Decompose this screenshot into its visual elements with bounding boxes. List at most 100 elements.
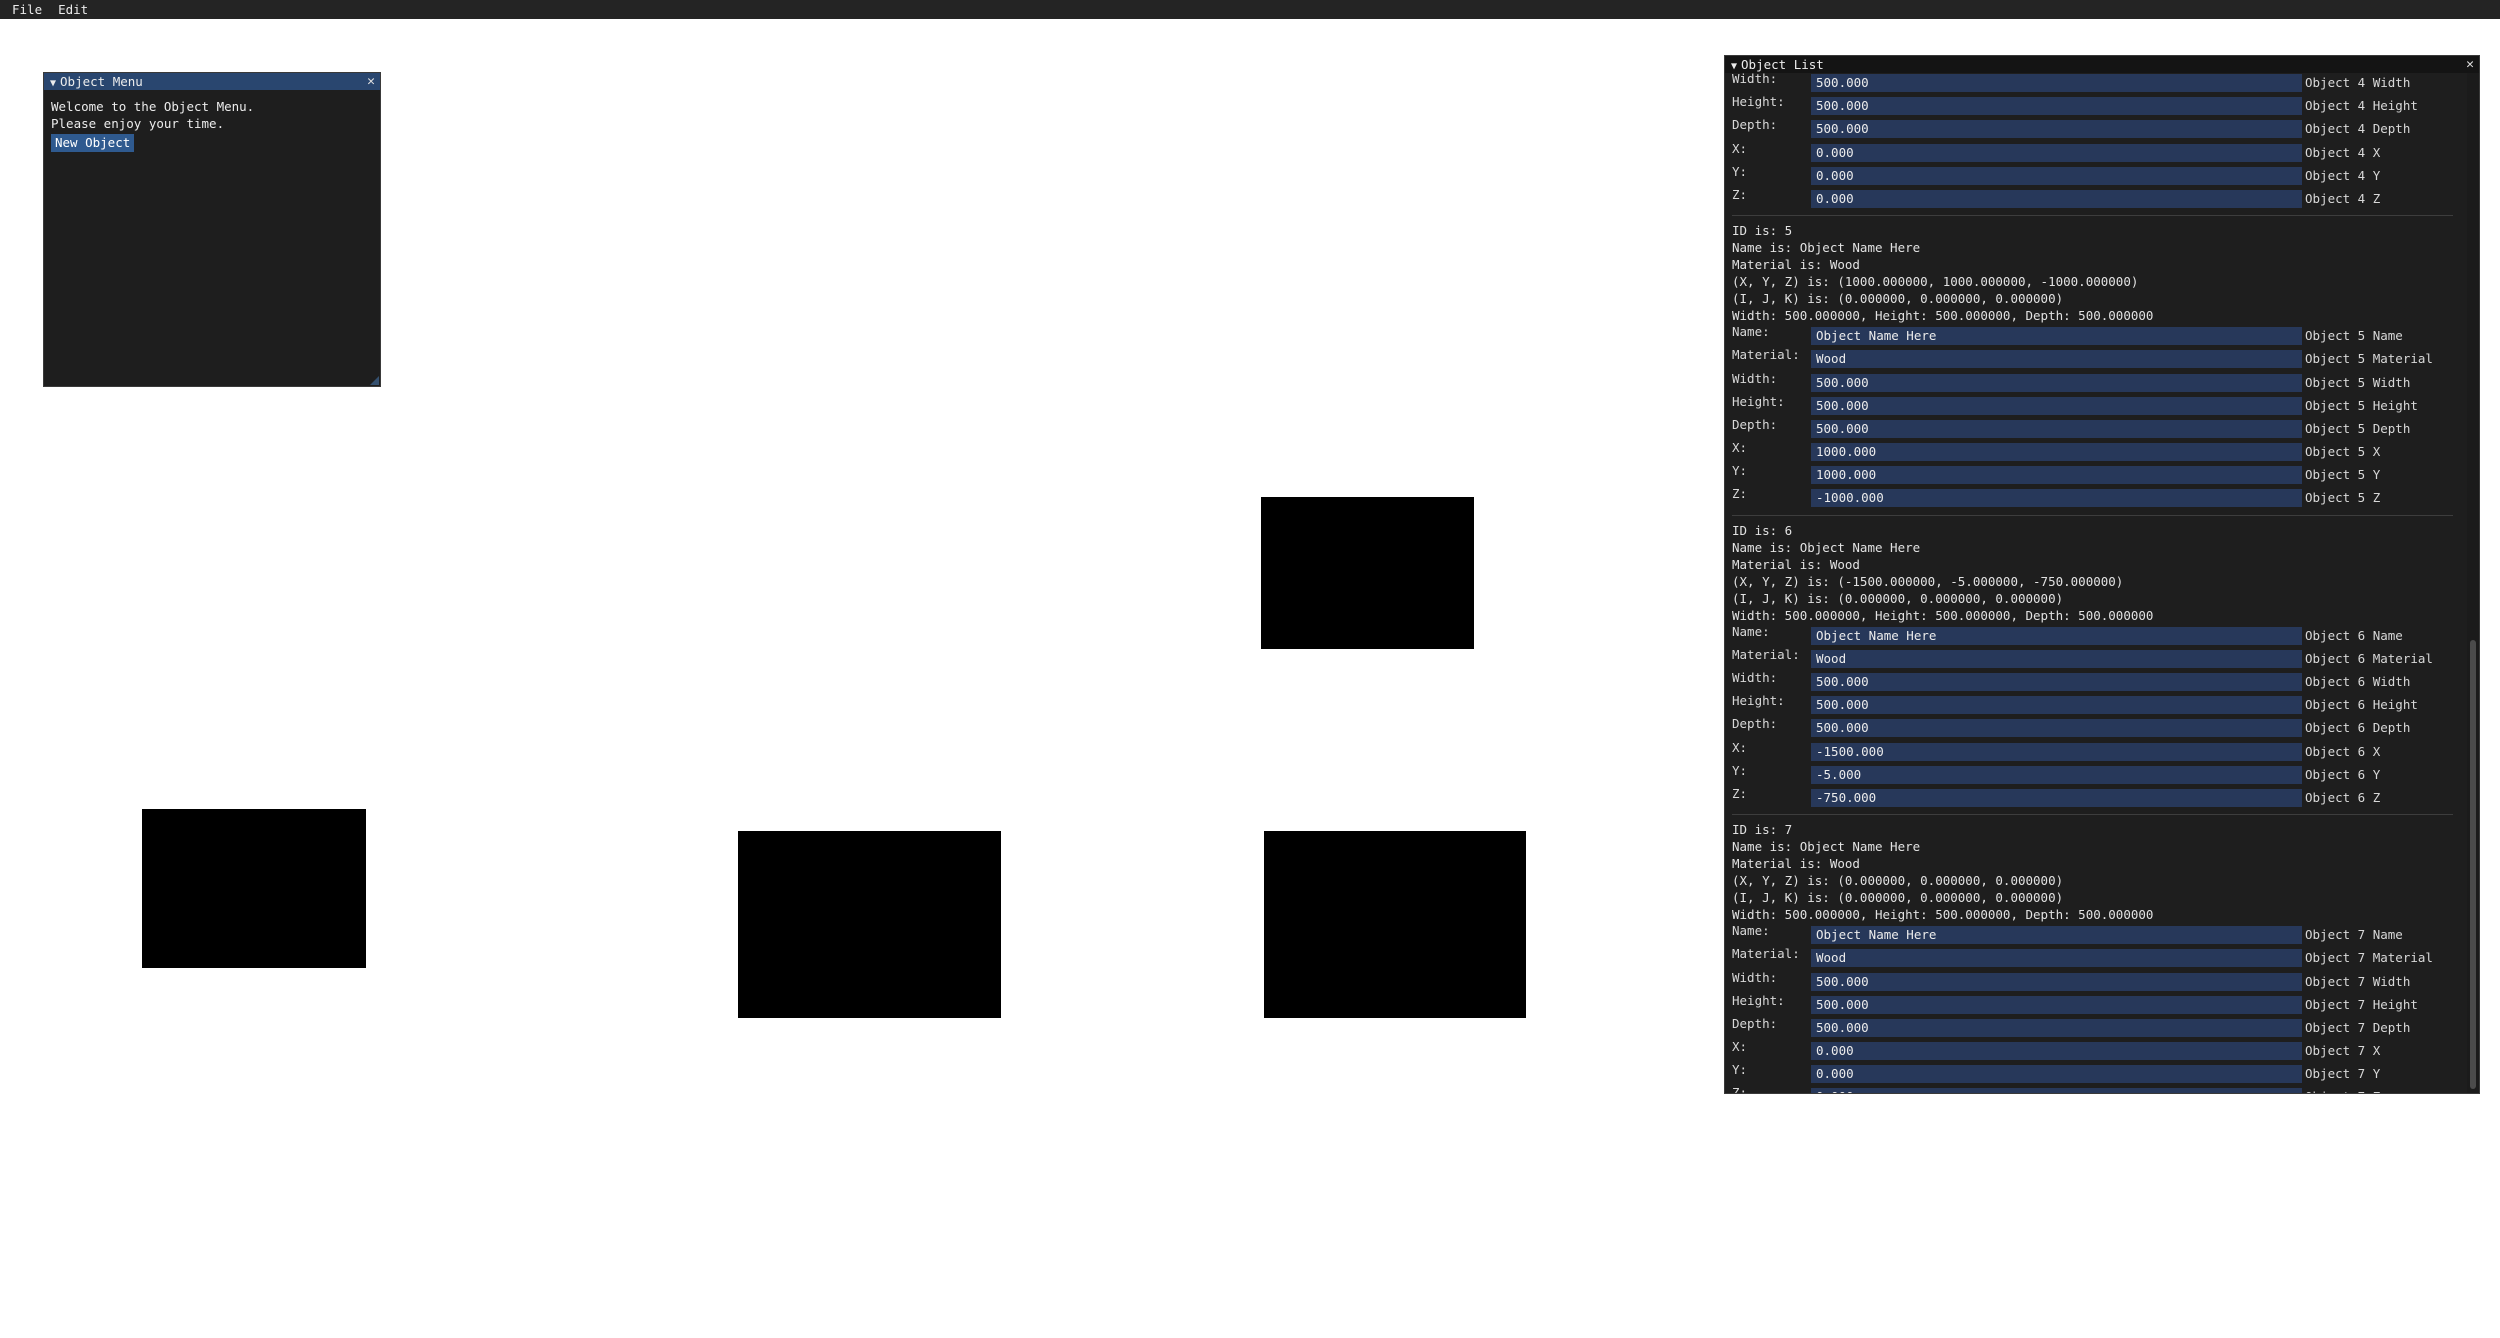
property-label: Z: [1732,1085,1748,1093]
property-name-label: Object 6 Width [2305,674,2411,689]
property-input[interactable]: 500.000 [1811,1018,2302,1037]
object-info-line: (I, J, K) is: (0.000000, 0.000000, 0.000… [1732,590,2064,606]
separator [1732,514,2453,516]
property-input[interactable]: 0.000 [1811,1042,2302,1061]
property-input[interactable]: 0.000 [1811,143,2302,162]
property-input[interactable]: Wood [1811,350,2302,369]
vertical-scrollbar[interactable] [2467,73,2479,1093]
property-name-label: Object 4 Y [2305,167,2381,183]
collapse-triangle-icon[interactable]: ▼ [1731,61,1737,72]
object-info: ID is: 6 Name is: Object Name Here Materia… [1725,521,2467,624]
property-row: X: -1500.000 Object 6 X [1725,740,2467,763]
property-input[interactable]: 500.000 [1811,995,2302,1014]
property-label: Width: [1732,370,1778,386]
object-list-body: Width: 500.000 Object 4 Width Height: 500.00… [1725,73,2467,1093]
property-name-label: Object 4 Width [2305,75,2411,90]
scrollbar-thumb[interactable] [2470,640,2476,1089]
object-info-line: ID is: 7 [1732,822,1793,838]
new-object-button[interactable]: New Object [51,134,135,152]
property-input[interactable]: 500.000 [1811,696,2302,715]
property-label: Y: [1732,163,1748,179]
property-name-label: Object 5 Depth [2305,420,2411,436]
property-row: Z: 0.000 Object 4 Z [1725,187,2467,210]
property-input[interactable]: 500.000 [1811,74,2302,92]
property-input[interactable]: Object Name Here [1811,327,2302,346]
property-label: Depth: [1732,1015,1778,1031]
property-input[interactable]: 0.000 [1811,166,2302,185]
property-input[interactable]: 1000.000 [1811,466,2302,485]
property-input[interactable]: 500.000 [1811,373,2302,392]
property-input[interactable]: 500.000 [1811,396,2302,415]
object-info-line: Width: 500.000000, Height: 500.000000, D… [1732,907,2154,923]
property-row: Material: Wood Object 7 Material [1725,946,2467,969]
property-label: Depth: [1732,716,1778,732]
property-input[interactable]: Object Name Here [1811,926,2302,945]
object-info-line: Name is: Object Name Here [1732,839,1921,855]
property-input[interactable]: 1000.000 [1811,443,2302,462]
resize-grip-icon[interactable] [370,376,379,385]
object-info-line: Name is: Object Name Here [1732,240,1921,256]
menu-edit[interactable]: Edit [50,0,96,19]
property-label: Depth: [1732,117,1778,133]
property-row: Name: Object Name Here Object 6 Name [1725,624,2467,647]
rendered-object [1261,497,1474,649]
property-input[interactable]: 0.000 [1811,1065,2302,1084]
property-label: Y: [1732,1062,1748,1078]
property-label: Width: [1732,670,1778,685]
object-info-line: Width: 500.000000, Height: 500.000000, D… [1732,308,2154,324]
property-input[interactable]: 500.000 [1811,419,2302,438]
property-name-label: Object 5 Z [2305,490,2381,506]
property-label: Material: [1732,946,1800,962]
property-row: X: 0.000 Object 4 X [1725,141,2467,164]
property-label: X: [1732,739,1748,755]
property-label: Height: [1732,94,1785,110]
property-input[interactable]: -1500.000 [1811,742,2302,761]
property-input[interactable]: 500.000 [1811,719,2302,738]
close-icon[interactable]: ✕ [2466,56,2474,73]
property-input[interactable]: Object Name Here [1811,626,2302,645]
property-label: Height: [1732,393,1785,409]
property-row: Z: -1000.000 Object 5 Z [1725,486,2467,509]
object-info-line: (X, Y, Z) is: (-1500.000000, -5.000000, … [1732,573,2124,589]
property-row: Depth: 500.000 Object 6 Depth [1725,716,2467,739]
property-row: Height: 500.000 Object 7 Height [1725,993,2467,1016]
property-row: Height: 500.000 Object 5 Height [1725,394,2467,417]
collapse-triangle-icon[interactable]: ▼ [50,78,56,89]
property-input[interactable]: 500.000 [1811,120,2302,139]
property-name-label: Object 6 Z [2305,789,2381,805]
property-row: X: 0.000 Object 7 X [1725,1039,2467,1062]
menu-file[interactable]: File [0,0,50,19]
object-info-line: (X, Y, Z) is: (0.000000, 0.000000, 0.000… [1732,873,2064,889]
object-info-line: ID is: 6 [1732,522,1793,538]
property-label: Z: [1732,785,1748,801]
property-name-label: Object 6 Depth [2305,720,2411,736]
close-icon[interactable]: ✕ [367,73,375,90]
property-input[interactable]: 0.000 [1811,189,2302,208]
object-info: ID is: 7 Name is: Object Name Here Materia… [1725,820,2467,923]
property-row: Width: 500.000 Object 7 Width [1725,970,2467,993]
property-input[interactable]: -5.000 [1811,765,2302,784]
property-input[interactable]: 500.000 [1811,972,2302,991]
menu-bar: File Edit [0,0,2500,19]
property-input[interactable]: 0.000 [1811,1088,2302,1093]
property-name-label: Object 5 Material [2305,351,2433,367]
property-label: Y: [1732,463,1748,479]
property-input[interactable]: 500.000 [1811,673,2302,691]
property-input[interactable]: -1000.000 [1811,489,2302,508]
property-name-label: Object 7 Name [2305,927,2403,943]
object-menu-window: ▼ Object Menu ✕ Welcome to the Object Men… [43,72,381,387]
separator [1732,215,2453,217]
property-input[interactable]: Wood [1811,949,2302,968]
property-row: Y: -5.000 Object 6 Y [1725,763,2467,786]
property-name-label: Object 4 Height [2305,98,2418,114]
object-info-line: ID is: 5 [1732,223,1793,239]
object-list-titlebar[interactable]: ▼ Object List ✕ [1725,56,2479,73]
property-row: Depth: 500.000 Object 5 Depth [1725,417,2467,440]
property-label: Width: [1732,969,1778,985]
property-input[interactable]: 500.000 [1811,97,2302,116]
object-menu-titlebar[interactable]: ▼ Object Menu ✕ [44,73,380,90]
property-input[interactable]: -750.000 [1811,788,2302,807]
rendered-object [1264,831,1526,1018]
object-list-title: Object List [1741,57,1824,72]
property-input[interactable]: Wood [1811,649,2302,668]
